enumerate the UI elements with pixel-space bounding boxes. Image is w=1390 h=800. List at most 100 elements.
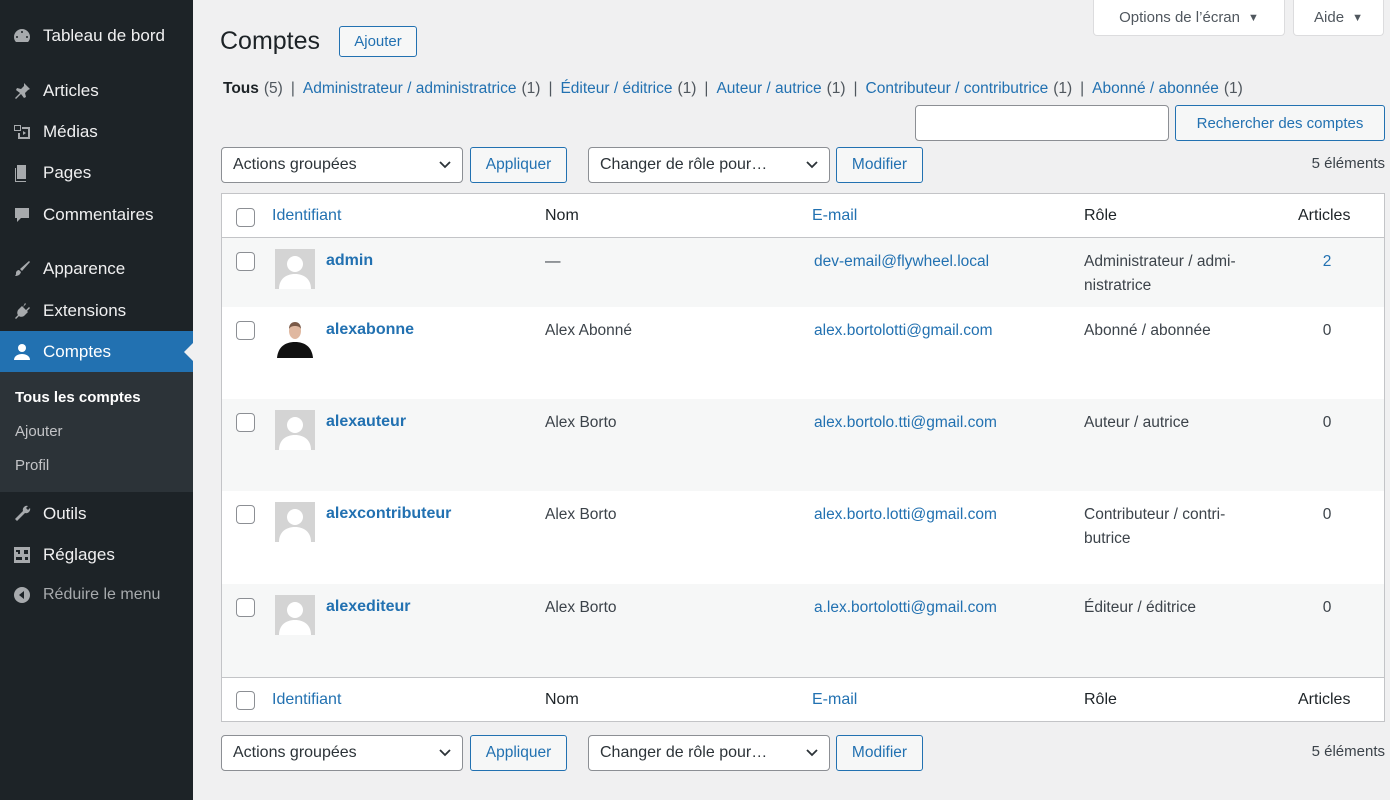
add-new-user-button[interactable]: Ajouter [339,26,417,57]
filter-count: (1) [677,80,697,97]
role-filters: Tous (5) | Administrateur / administratri… [223,80,1243,98]
user-email-link[interactable]: a.lex.bortolotti@gmail.com [814,596,997,620]
screen-options-button[interactable]: Options de l’écran ▼ [1093,0,1285,36]
filter-subscriber[interactable]: Abonné / abonnée (1) [1092,80,1243,98]
row-checkbox[interactable] [236,321,255,340]
search-users-input[interactable] [915,105,1169,141]
username-link[interactable]: alexcontributeur [326,505,451,523]
pin-icon [0,81,43,101]
row-checkbox[interactable] [236,505,255,524]
table-footer: Identifiant Nom E-mail Rôle Articles [222,677,1384,721]
help-label: Aide [1314,9,1345,26]
select-all-checkbox[interactable] [236,208,255,227]
change-role-button-bottom[interactable]: Modifier [836,735,923,771]
change-role-button[interactable]: Modifier [836,147,923,183]
filter-separator: | [290,80,295,97]
username-link[interactable]: alexediteur [326,598,410,616]
filter-label[interactable]: Contributeur / contributrice [866,80,1049,98]
apply-bulk-button-bottom[interactable]: Appliquer [470,735,567,771]
menu-item-label: Extensions [43,300,127,320]
user-role: Auteur / autrice [1084,414,1190,431]
menu-item-label: Articles [43,80,99,100]
change-role-value: Changer de rôle pour… [600,744,768,761]
column-header-email[interactable]: E-mail [812,207,857,225]
username-link[interactable]: alexabonne [326,321,414,339]
admin-sidebar: Tableau de bord Articles Médias Pages Co… [0,0,193,800]
filter-editor[interactable]: Éditeur / éditrice (1) [560,80,696,98]
column-header-posts: Articles [1298,207,1351,224]
menu-item-settings[interactable]: Réglages [0,534,193,575]
menu-item-users[interactable]: Comptes [0,331,193,372]
menu-item-pages[interactable]: Pages [0,152,193,193]
bulk-actions-select[interactable]: Actions groupées [221,147,463,183]
column-header-role: Rôle [1084,207,1117,224]
collapse-menu-button[interactable]: Réduire le menu [0,574,193,615]
change-role-select-bottom[interactable]: Changer de rôle pour… [588,735,830,771]
table-header: Identifiant Nom E-mail Rôle Articles [222,194,1384,238]
help-button[interactable]: Aide ▼ [1293,0,1384,36]
avatar [275,410,315,450]
filter-count: (1) [521,80,541,97]
submenu-item-profile[interactable]: Profil [15,457,49,474]
user-name: Alex Borto [545,599,617,616]
filter-label[interactable]: Éditeur / éditrice [560,80,672,98]
user-name: — [545,253,561,270]
user-icon [0,342,43,362]
menu-item-plugins[interactable]: Extensions [0,290,193,331]
bulk-actions-value: Actions groupées [233,744,357,761]
row-checkbox[interactable] [236,252,255,271]
user-role: Administrateur / admi-nistratrice [1084,253,1236,294]
apply-bulk-button[interactable]: Appliquer [470,147,567,183]
chevron-down-icon [805,158,819,172]
select-all-checkbox-footer[interactable] [236,691,255,710]
bulk-actions-select-bottom[interactable]: Actions groupées [221,735,463,771]
menu-item-label: Réduire le menu [43,585,161,603]
tablenav-top: Actions groupées Appliquer Changer de rô… [221,147,1385,183]
avatar [275,249,315,289]
menu-item-media[interactable]: Médias [0,111,193,152]
filter-author[interactable]: Auteur / autrice (1) [716,80,845,98]
username-link[interactable]: alexauteur [326,413,406,431]
menu-item-articles[interactable]: Articles [0,70,193,111]
pages-icon [0,163,43,183]
user-email-link[interactable]: alex.bortolo.tti@gmail.com [814,411,997,435]
filter-separator: | [548,80,553,97]
user-email-link[interactable]: alex.bortolotti@gmail.com [814,319,993,343]
user-email-link[interactable]: alex.borto.lotti@gmail.com [814,503,997,527]
column-footer-username[interactable]: Identifiant [272,691,341,709]
user-posts: 0 [1322,506,1332,523]
filter-label[interactable]: Administrateur / administratrice [303,80,517,98]
submenu-item-add[interactable]: Ajouter [15,423,63,440]
menu-item-appearance[interactable]: Apparence [0,248,193,289]
table-row: alexabonne Alex Abonné alex.bortolotti@g… [222,307,1384,399]
avatar [275,595,315,635]
search-users-button[interactable]: Rechercher des comptes [1175,105,1385,141]
column-header-username[interactable]: Identifiant [272,207,341,225]
items-count: 5 éléments [1311,743,1385,760]
column-footer-email[interactable]: E-mail [812,691,857,709]
menu-item-dashboard[interactable]: Tableau de bord [0,15,193,56]
users-table: Identifiant Nom E-mail Rôle Articles adm… [221,193,1385,722]
menu-item-comments[interactable]: Commentaires [0,194,193,235]
filter-separator: | [704,80,709,97]
user-email-link[interactable]: dev-email@flywheel.local [814,250,989,274]
user-name: Alex Abonné [545,322,633,339]
filter-administrator[interactable]: Administrateur / administratrice (1) [303,80,541,98]
filter-label[interactable]: Abonné / abonnée [1092,80,1219,98]
filter-all[interactable]: Tous (5) [223,80,283,98]
change-role-select[interactable]: Changer de rôle pour… [588,147,830,183]
filter-contributor[interactable]: Contributeur / contributrice (1) [866,80,1073,98]
row-checkbox[interactable] [236,413,255,432]
column-header-name: Nom [545,207,579,224]
column-footer-posts: Articles [1298,691,1351,708]
filter-count: (1) [826,80,846,97]
tablenav-bottom: Actions groupées Appliquer Changer de rô… [221,735,1385,771]
user-role: Éditeur / éditrice [1084,599,1196,616]
row-checkbox[interactable] [236,598,255,617]
user-posts: 0 [1322,414,1332,431]
username-link[interactable]: admin [326,252,373,270]
filter-label[interactable]: Auteur / autrice [716,80,821,98]
menu-item-tools[interactable]: Outils [0,493,193,534]
submenu-item-all-users[interactable]: Tous les comptes [15,389,141,406]
user-posts-link[interactable]: 2 [1307,250,1347,274]
